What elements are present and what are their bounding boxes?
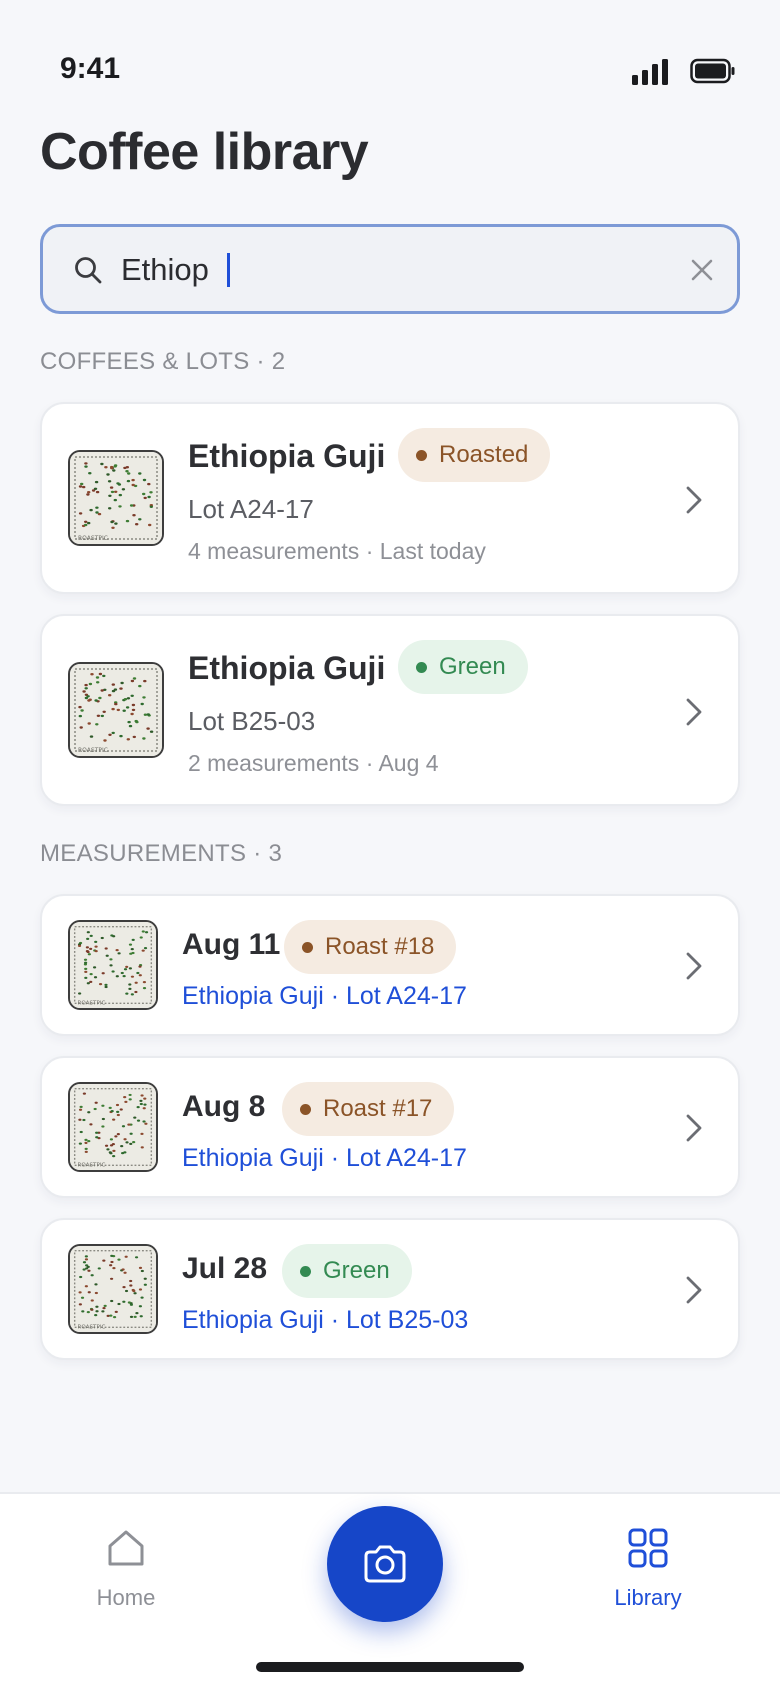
coffee-lot: Lot A24-17: [188, 494, 314, 524]
clear-icon[interactable]: [687, 255, 717, 285]
search-input[interactable]: [121, 245, 641, 295]
svg-text:ROASTPIC: ROASTPIC: [78, 535, 108, 542]
measurement-coffee-link[interactable]: Ethiopia Guji · Lot A24-17: [182, 982, 467, 1011]
status-dot: [416, 449, 427, 461]
tab-library-label: Library: [614, 1585, 682, 1610]
status-badge: Green: [398, 640, 528, 694]
measurement-card[interactable]: ROASTPIC Aug 11 Roast #18 Ethiopia Guji …: [40, 894, 740, 1036]
camera-icon: [364, 1545, 406, 1583]
svg-text:ROASTPIC: ROASTPIC: [78, 747, 108, 754]
coffee-thumbnail: ROASTPIC: [68, 450, 164, 546]
measurement-thumbnail: ROASTPIC: [68, 920, 158, 1010]
badge-label: Green: [323, 1257, 390, 1284]
status-dot: [300, 1103, 311, 1115]
page-title: Coffee library: [40, 123, 369, 181]
coffee-card[interactable]: ROASTPIC Ethiopia Guji Roasted Lot A24-1…: [40, 402, 740, 594]
chevron-right-icon: [686, 1114, 702, 1142]
measurement-date: Aug 11: [182, 928, 281, 961]
tab-home[interactable]: Home: [56, 1526, 196, 1611]
measurement-date: Aug 8: [182, 1090, 266, 1123]
section-header-measurements: MEASUREMENTS · 3: [40, 840, 283, 867]
search-icon: [75, 257, 102, 284]
tab-library[interactable]: Library: [578, 1526, 718, 1611]
grid-icon: [628, 1528, 668, 1568]
status-badge: Roasted: [398, 428, 551, 482]
measurement-coffee-link[interactable]: Ethiopia Guji · Lot A24-17: [182, 1144, 467, 1173]
measurement-thumbnail: ROASTPIC: [68, 1082, 158, 1172]
coffee-meta: 4 measurements · Last today: [188, 538, 486, 564]
coffee-lot: Lot B25-03: [188, 706, 316, 736]
green-badge: Green: [282, 1244, 412, 1298]
section-header-coffees: COFFEES & LOTS · 2: [40, 348, 286, 375]
signal-icon: [632, 59, 668, 85]
svg-text:ROASTPIC: ROASTPIC: [77, 1000, 105, 1006]
coffee-meta: 2 measurements · Aug 4: [188, 750, 439, 776]
measurement-card[interactable]: ROASTPIC Aug 8 Roast #17 Ethiopia Guji ·…: [40, 1056, 740, 1198]
camera-button[interactable]: [327, 1506, 443, 1622]
status-dot: [302, 941, 313, 953]
roast-badge: Roast #18: [284, 920, 457, 974]
chevron-right-icon: [686, 698, 702, 726]
badge-label: Roast #18: [325, 933, 435, 960]
status-dot: [416, 661, 427, 673]
chevron-right-icon: [686, 952, 702, 980]
status-dot: [300, 1265, 311, 1277]
search-box[interactable]: [40, 224, 740, 314]
roast-badge: Roast #17: [282, 1082, 455, 1136]
badge-label: Roast #17: [323, 1095, 433, 1122]
coffee-name: Ethiopia Guji: [188, 438, 386, 474]
svg-text:ROASTPIC: ROASTPIC: [77, 1162, 105, 1168]
coffee-thumbnail: ROASTPIC: [68, 662, 164, 758]
coffee-name: Ethiopia Guji: [188, 650, 386, 686]
measurement-coffee-link[interactable]: Ethiopia Guji · Lot B25-03: [182, 1306, 468, 1335]
tab-home-label: Home: [96, 1585, 156, 1610]
home-indicator: [256, 1662, 524, 1672]
svg-text:ROASTPIC: ROASTPIC: [77, 1324, 105, 1330]
text-caret: [227, 253, 230, 287]
chevron-right-icon: [686, 1276, 702, 1304]
status-label: Green: [439, 653, 506, 680]
status-bar: 9:41: [0, 0, 780, 140]
chevron-right-icon: [686, 486, 702, 514]
status-label: Roasted: [439, 441, 529, 468]
battery-icon: [690, 58, 735, 84]
measurement-thumbnail: ROASTPIC: [68, 1244, 158, 1334]
status-time: 9:41: [60, 52, 121, 85]
coffee-card[interactable]: ROASTPIC Ethiopia Guji Green Lot B25-03 …: [40, 614, 740, 806]
home-icon: [108, 1530, 144, 1566]
measurement-card[interactable]: ROASTPIC Jul 28 Green Ethiopia Guji · Lo…: [40, 1218, 740, 1360]
measurement-date: Jul 28: [182, 1252, 268, 1285]
